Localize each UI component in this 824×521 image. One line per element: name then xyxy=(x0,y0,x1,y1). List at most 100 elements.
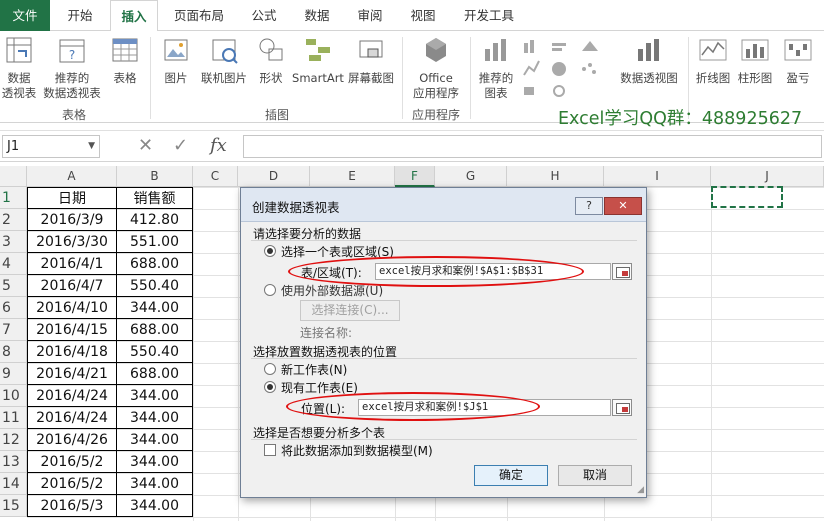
row-header[interactable]: 12 xyxy=(0,429,27,451)
pivottable-button[interactable]: 数据 透视表 xyxy=(0,35,38,101)
tab-home[interactable]: 开始 xyxy=(55,0,105,31)
sales-cell[interactable]: 550.40 xyxy=(117,275,193,297)
date-cell[interactable]: 2016/4/26 xyxy=(27,429,117,451)
formula-input[interactable] xyxy=(243,135,822,158)
chevron-down-icon[interactable]: ▼ xyxy=(88,136,95,157)
row-header[interactable]: 14 xyxy=(0,473,27,495)
help-button[interactable]: ? xyxy=(575,197,603,215)
column-header-e[interactable]: E xyxy=(310,166,395,187)
radio-existing-worksheet[interactable] xyxy=(264,381,276,393)
date-cell[interactable]: 2016/5/2 xyxy=(27,473,117,495)
sales-cell[interactable]: 344.00 xyxy=(117,297,193,319)
sales-cell[interactable]: 688.00 xyxy=(117,363,193,385)
column-header-g[interactable]: G xyxy=(435,166,507,187)
selected-cell-j1[interactable] xyxy=(711,186,783,208)
date-cell[interactable]: 2016/4/15 xyxy=(27,319,117,341)
sales-cell[interactable]: 344.00 xyxy=(117,473,193,495)
tab-review[interactable]: 审阅 xyxy=(346,0,394,31)
sales-cell[interactable]: 688.00 xyxy=(117,253,193,275)
row-header[interactable]: 3 xyxy=(0,231,27,253)
row-header[interactable]: 13 xyxy=(0,451,27,473)
cancel-button[interactable]: 取消 xyxy=(558,465,632,486)
range-picker-button[interactable] xyxy=(612,263,632,280)
close-button[interactable]: ✕ xyxy=(604,197,642,215)
checkbox-add-data-model[interactable] xyxy=(264,444,276,456)
insert-function-icon[interactable]: fx xyxy=(210,135,227,156)
smartart-button[interactable]: SmartArt xyxy=(292,35,344,86)
column-header-j[interactable]: J xyxy=(711,166,824,187)
row-header[interactable]: 9 xyxy=(0,363,27,385)
pivotchart-button[interactable]: 数据透视图 xyxy=(614,35,684,86)
header-cell-sales[interactable]: 销售额 xyxy=(117,187,193,209)
online-pictures-button[interactable]: 联机图片 xyxy=(198,35,250,86)
shapes-button[interactable]: 形状 xyxy=(252,35,290,86)
dialog-titlebar[interactable]: 创建数据透视表 ? ✕ xyxy=(241,188,646,222)
sales-cell[interactable]: 344.00 xyxy=(117,495,193,517)
tab-developer[interactable]: 开发工具 xyxy=(456,0,522,31)
column-header-c[interactable]: C xyxy=(193,166,238,187)
row-header[interactable]: 4 xyxy=(0,253,27,275)
date-cell[interactable]: 2016/4/24 xyxy=(27,407,117,429)
choose-connection-button[interactable]: 选择连接(C)... xyxy=(300,300,400,321)
row-header[interactable]: 5 xyxy=(0,275,27,297)
column-header-h[interactable]: H xyxy=(507,166,604,187)
column-header-f[interactable]: F xyxy=(395,166,435,187)
row-header[interactable]: 8 xyxy=(0,341,27,363)
column-header-i[interactable]: I xyxy=(604,166,711,187)
row-header[interactable]: 10 xyxy=(0,385,27,407)
row-header[interactable]: 11 xyxy=(0,407,27,429)
radio-select-table[interactable] xyxy=(264,245,276,257)
date-cell[interactable]: 2016/5/2 xyxy=(27,451,117,473)
tab-insert[interactable]: 插入 xyxy=(110,0,158,32)
sales-cell[interactable]: 688.00 xyxy=(117,319,193,341)
column-header-a[interactable]: A xyxy=(27,166,117,187)
table-button[interactable]: 表格 xyxy=(106,35,144,86)
date-cell[interactable]: 2016/4/1 xyxy=(27,253,117,275)
name-box[interactable]: J1 ▼ xyxy=(2,135,100,158)
date-cell[interactable]: 2016/4/7 xyxy=(27,275,117,297)
row-header[interactable]: 2 xyxy=(0,209,27,231)
row-header[interactable]: 6 xyxy=(0,297,27,319)
date-cell[interactable]: 2016/5/3 xyxy=(27,495,117,517)
picture-button[interactable]: 图片 xyxy=(156,35,196,86)
header-cell-date[interactable]: 日期 xyxy=(27,187,117,209)
sparkline-column-button[interactable]: 柱形图 xyxy=(734,35,776,86)
sales-cell[interactable]: 344.00 xyxy=(117,385,193,407)
tab-file[interactable]: 文件 xyxy=(0,0,50,31)
date-cell[interactable]: 2016/3/30 xyxy=(27,231,117,253)
cancel-icon[interactable]: ✕ xyxy=(138,135,153,156)
tab-data[interactable]: 数据 xyxy=(293,0,341,31)
row-header[interactable]: 1 xyxy=(0,187,27,209)
tab-view[interactable]: 视图 xyxy=(399,0,447,31)
recommended-pivottable-button[interactable]: ? 推荐的 数据透视表 xyxy=(40,35,104,101)
recommended-charts-button[interactable]: 推荐的 图表 xyxy=(474,35,518,101)
radio-new-worksheet[interactable] xyxy=(264,363,276,375)
resize-grip-icon[interactable]: ◢ xyxy=(637,485,644,495)
date-cell[interactable]: 2016/4/10 xyxy=(27,297,117,319)
sales-cell[interactable]: 344.00 xyxy=(117,429,193,451)
column-header-b[interactable]: B xyxy=(117,166,193,187)
select-all-corner[interactable] xyxy=(0,166,27,187)
sales-cell[interactable]: 550.40 xyxy=(117,341,193,363)
column-header-d[interactable]: D xyxy=(238,166,310,187)
sales-cell[interactable]: 344.00 xyxy=(117,407,193,429)
location-picker-button[interactable] xyxy=(612,399,632,416)
confirm-icon[interactable]: ✓ xyxy=(173,135,188,156)
tab-page-layout[interactable]: 页面布局 xyxy=(165,0,233,31)
sales-cell[interactable]: 551.00 xyxy=(117,231,193,253)
row-header[interactable]: 15 xyxy=(0,495,27,517)
date-cell[interactable]: 2016/4/18 xyxy=(27,341,117,363)
date-cell[interactable]: 2016/3/9 xyxy=(27,209,117,231)
tab-formulas[interactable]: 公式 xyxy=(240,0,288,31)
sales-cell[interactable]: 344.00 xyxy=(117,451,193,473)
office-apps-button[interactable]: Office 应用程序 xyxy=(404,35,468,101)
sales-cell[interactable]: 412.80 xyxy=(117,209,193,231)
date-cell[interactable]: 2016/4/24 xyxy=(27,385,117,407)
row-header[interactable]: 7 xyxy=(0,319,27,341)
sparkline-winloss-button[interactable]: 盈亏 xyxy=(778,35,818,86)
sparkline-line-button[interactable]: 折线图 xyxy=(692,35,734,86)
chart-type-gallery[interactable] xyxy=(522,39,612,99)
date-cell[interactable]: 2016/4/21 xyxy=(27,363,117,385)
radio-external-source[interactable] xyxy=(264,284,276,296)
screenshot-button[interactable]: 屏幕截图 xyxy=(346,35,396,86)
